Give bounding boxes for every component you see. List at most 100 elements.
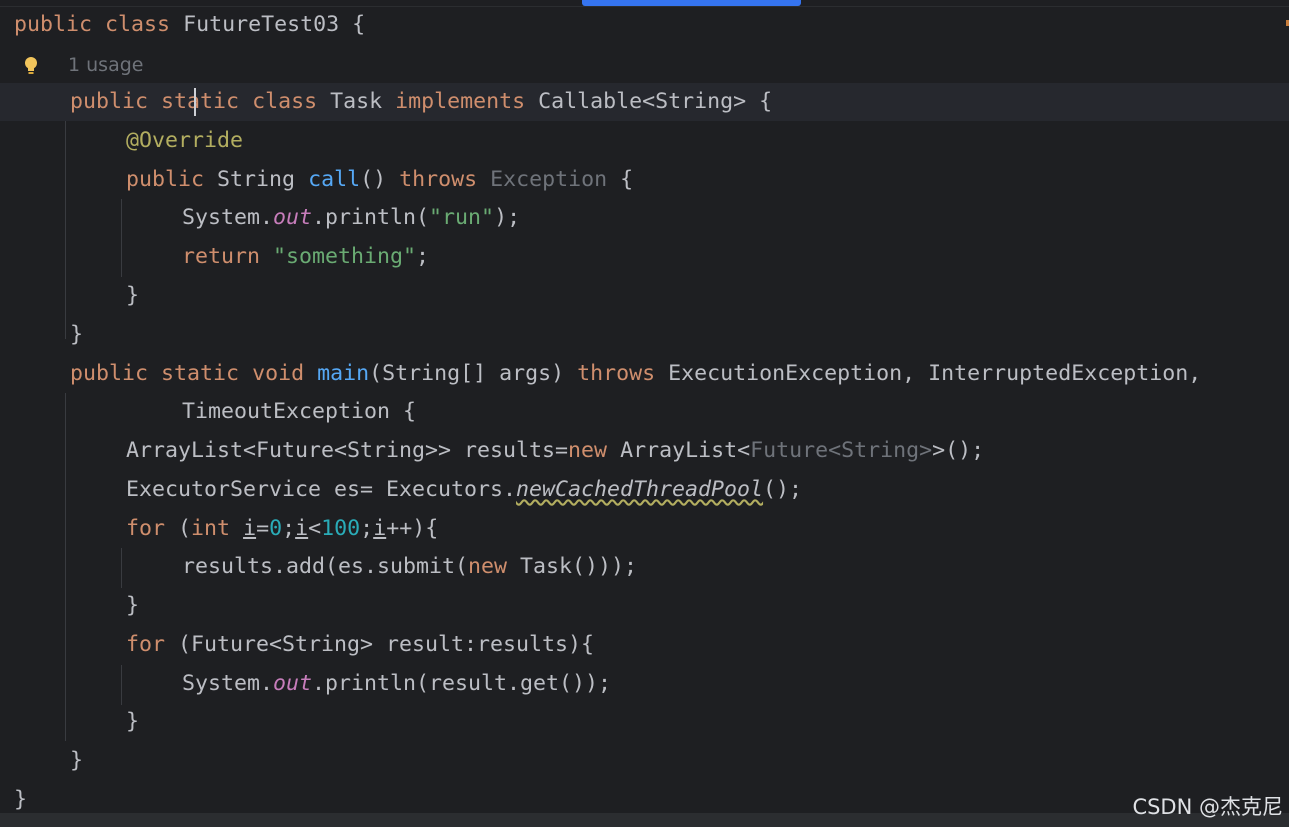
- code-line-4[interactable]: @Override: [126, 121, 243, 160]
- declaration: ExecutorService es= Executors.: [126, 477, 517, 502]
- keyword: class: [252, 89, 318, 114]
- code-line-19[interactable]: }: [126, 702, 139, 741]
- punctuation: >();: [932, 438, 985, 463]
- code-line-10[interactable]: public static void main(String[] args) t…: [70, 354, 1201, 393]
- method-call: Task()));: [507, 554, 638, 579]
- number-literal: 0: [269, 516, 283, 541]
- code-line-6[interactable]: System.out.println("run");: [182, 198, 520, 237]
- string-literal: "something": [273, 244, 417, 269]
- declaration: ArrayList<Future<String>> results=: [126, 438, 569, 463]
- number-literal: 100: [321, 516, 361, 541]
- type-name: ArrayList<: [620, 438, 751, 463]
- punctuation: );: [494, 205, 521, 230]
- operator: <: [308, 516, 322, 541]
- usage-hint[interactable]: 1 usage: [68, 52, 143, 78]
- type-name: String: [217, 167, 296, 192]
- keyword: static: [161, 361, 240, 386]
- code-line-8[interactable]: }: [126, 276, 139, 315]
- brace: }: [126, 593, 140, 618]
- indent-guide: [65, 121, 66, 339]
- brace: }: [126, 283, 140, 308]
- text-caret: [194, 88, 196, 116]
- exception-name: TimeoutException: [182, 399, 391, 424]
- exception-list: ExecutionException, InterruptedException…: [668, 361, 1202, 386]
- class-name: Task: [330, 89, 383, 114]
- lightbulb-icon[interactable]: [20, 54, 42, 78]
- code-line-11[interactable]: TimeoutException {: [182, 392, 416, 431]
- indent-guide: [121, 548, 122, 588]
- keyword: void: [252, 361, 305, 386]
- keyword: new: [468, 554, 508, 579]
- code-line-3[interactable]: public static class Task implements Call…: [70, 82, 772, 121]
- keyword: throws: [399, 167, 478, 192]
- static-field: out: [273, 205, 313, 230]
- punctuation: (: [165, 516, 192, 541]
- class-ref: System.: [182, 205, 274, 230]
- method-call: results.add(es.submit(: [182, 554, 469, 579]
- punctuation: ;: [360, 516, 374, 541]
- parens: (): [360, 167, 387, 192]
- indent-guide: [121, 665, 122, 705]
- keyword: class: [105, 12, 171, 37]
- static-method-call[interactable]: newCachedThreadPool: [516, 477, 763, 502]
- watermark: CSDN @杰克尼: [1132, 795, 1283, 819]
- brace: {: [746, 89, 773, 114]
- method-call: .println(result.get());: [312, 671, 612, 696]
- operator: ++){: [386, 516, 439, 541]
- keyword: public: [14, 12, 93, 37]
- class-name: FutureTest03: [183, 12, 340, 37]
- punctuation: ();: [763, 477, 803, 502]
- params: (String[] args): [369, 361, 565, 386]
- code-line-1[interactable]: public class FutureTest03 {: [14, 5, 365, 44]
- keyword: public: [70, 89, 149, 114]
- brace: }: [126, 709, 140, 734]
- code-line-7[interactable]: return "something";: [182, 237, 429, 276]
- brace: }: [70, 748, 84, 773]
- keyword: implements: [395, 89, 526, 114]
- loop-variable: i: [373, 516, 387, 541]
- code-line-16[interactable]: }: [126, 586, 139, 625]
- code-line-15[interactable]: results.add(es.submit(new Task()));: [182, 547, 637, 586]
- annotation: @Override: [126, 128, 244, 153]
- punctuation: ;: [416, 244, 430, 269]
- interface-name: Callable<String>: [538, 89, 747, 114]
- brace: }: [70, 322, 84, 347]
- method-name: call: [308, 167, 361, 192]
- static-field: out: [273, 671, 313, 696]
- loop-variable: i: [295, 516, 309, 541]
- keyword: public: [126, 167, 205, 192]
- loop-variable: i: [243, 516, 257, 541]
- exception-name: Exception: [490, 167, 608, 192]
- punctuation: ;: [282, 516, 296, 541]
- keyword: int: [191, 516, 231, 541]
- keyword: for: [126, 516, 166, 541]
- code-editor[interactable]: public class FutureTest03 { 1 usage publ…: [0, 0, 1289, 827]
- brace: {: [339, 12, 366, 37]
- horizontal-scrollbar-track[interactable]: [0, 813, 1289, 827]
- code-line-20[interactable]: }: [70, 741, 83, 780]
- keyword: return: [182, 244, 261, 269]
- code-line-18[interactable]: System.out.println(result.get());: [182, 664, 611, 703]
- keyword: static: [161, 89, 240, 114]
- for-each-header: (Future<String> result:results){: [165, 632, 595, 657]
- brace: }: [14, 787, 28, 812]
- operator: =: [256, 516, 270, 541]
- brace: {: [390, 399, 417, 424]
- code-line-9[interactable]: }: [70, 315, 83, 354]
- keyword: for: [126, 632, 166, 657]
- code-line-13[interactable]: ExecutorService es= Executors.newCachedT…: [126, 470, 802, 509]
- code-line-14[interactable]: for (int i=0;i<100;i++){: [126, 509, 438, 548]
- redundant-generic: Future<String>: [750, 438, 933, 463]
- indent-guide: [121, 199, 122, 277]
- class-ref: System.: [182, 671, 274, 696]
- method-call: .println(: [312, 205, 430, 230]
- code-line-17[interactable]: for (Future<String> result:results){: [126, 625, 594, 664]
- indent-guide: [65, 393, 66, 741]
- keyword: public: [70, 361, 149, 386]
- code-line-5[interactable]: public String call() throws Exception {: [126, 160, 633, 199]
- code-line-12[interactable]: ArrayList<Future<String>> results=new Ar…: [126, 431, 984, 470]
- method-name: main: [317, 361, 370, 386]
- keyword: new: [568, 438, 608, 463]
- string-literal: "run": [429, 205, 495, 230]
- keyword: throws: [577, 361, 656, 386]
